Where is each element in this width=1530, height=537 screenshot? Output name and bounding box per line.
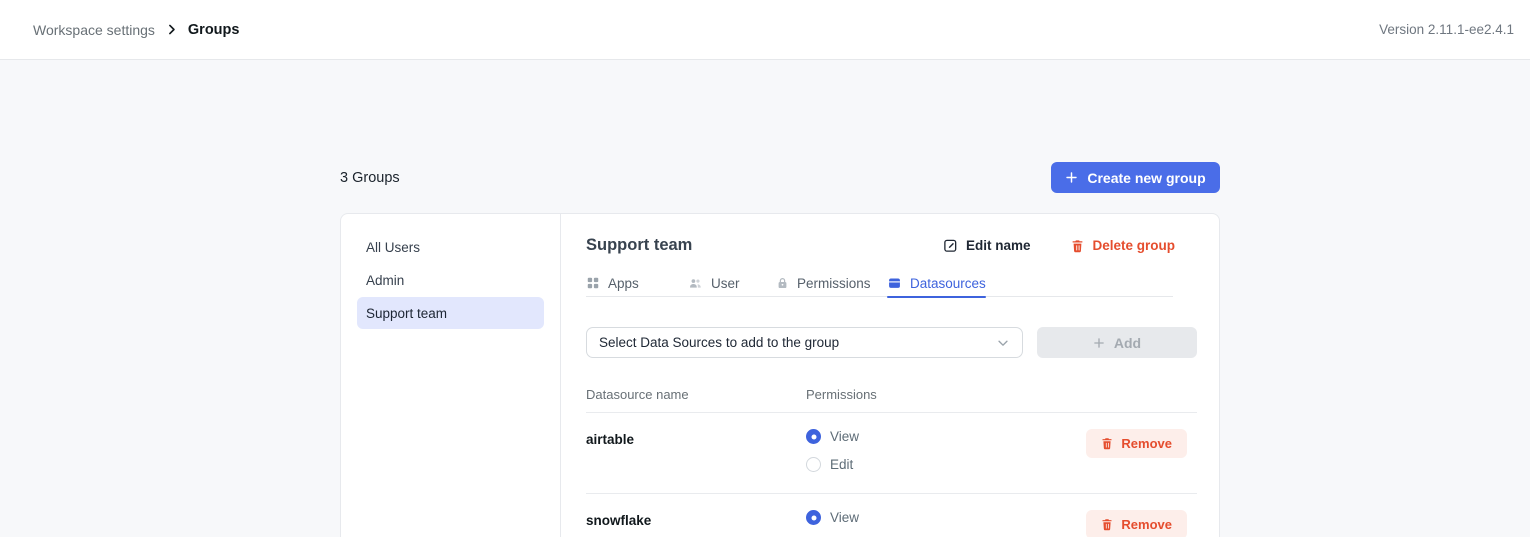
datasource-table-header: Datasource name Permissions — [586, 387, 1197, 413]
lock-icon — [776, 276, 789, 290]
remove-datasource-button[interactable]: Remove — [1086, 429, 1187, 458]
remove-button-label: Remove — [1121, 436, 1172, 451]
tab-permissions[interactable]: Permissions — [776, 269, 871, 297]
group-item-all-users[interactable]: All Users — [357, 231, 544, 263]
group-item-label: Support team — [366, 306, 447, 321]
chevron-right-icon — [165, 23, 178, 36]
tab-apps[interactable]: Apps — [586, 269, 639, 297]
group-list: All Users Admin Support team — [341, 214, 561, 537]
radio-view-checked[interactable] — [806, 429, 821, 444]
breadcrumb: Workspace settings Groups — [33, 22, 239, 38]
panel-header: Support team Edit name Delete group — [586, 236, 1197, 255]
column-permissions: Permissions — [806, 387, 877, 402]
breadcrumb-groups: Groups — [188, 22, 240, 38]
chevron-down-icon — [996, 336, 1010, 350]
apps-grid-icon — [586, 276, 600, 290]
remove-button-label: Remove — [1121, 517, 1172, 532]
edit-name-label: Edit name — [966, 238, 1031, 253]
plus-icon — [1065, 171, 1078, 184]
group-item-label: Admin — [366, 273, 404, 288]
add-datasource-button[interactable]: Add — [1037, 327, 1197, 358]
create-new-group-button[interactable]: Create new group — [1051, 162, 1220, 193]
radio-label: Edit — [830, 457, 853, 472]
add-datasource-row: Select Data Sources to add to the group … — [586, 327, 1197, 358]
permission-radio-group: View Edit — [806, 510, 859, 537]
edit-pencil-icon — [943, 238, 958, 253]
database-icon — [887, 276, 902, 290]
group-item-admin[interactable]: Admin — [357, 264, 544, 296]
tab-label: User — [711, 276, 740, 291]
group-tabs: Apps User Permissions — [586, 269, 1173, 297]
page-content: 3 Groups Create new group All Users Admi… — [0, 60, 1530, 537]
top-bar: Workspace settings Groups Version 2.11.1… — [0, 0, 1530, 60]
trash-icon — [1071, 239, 1084, 253]
datasource-row-snowflake: snowflake View Edit Remove — [586, 494, 1197, 537]
tab-label: Apps — [608, 276, 639, 291]
radio-label: View — [830, 429, 859, 444]
radio-label: View — [830, 510, 859, 525]
add-button-label: Add — [1114, 335, 1141, 351]
group-detail-panel: Support team Edit name Delete group — [561, 214, 1221, 537]
group-item-support-team[interactable]: Support team — [357, 297, 544, 329]
tab-label: Permissions — [797, 276, 871, 291]
column-datasource-name: Datasource name — [586, 387, 806, 402]
breadcrumb-workspace-settings[interactable]: Workspace settings — [33, 22, 155, 38]
trash-icon — [1101, 437, 1113, 450]
plus-icon — [1093, 337, 1105, 349]
groups-count-label: 3 Groups — [340, 170, 400, 186]
group-title: Support team — [586, 236, 692, 255]
datasource-row-airtable: airtable View Edit Remove — [586, 413, 1197, 494]
permission-view-option[interactable]: View — [806, 429, 859, 444]
radio-edit-unchecked[interactable] — [806, 457, 821, 472]
version-label: Version 2.11.1-ee2.4.1 — [1379, 22, 1514, 37]
datasource-select[interactable]: Select Data Sources to add to the group — [586, 327, 1023, 358]
create-new-group-label: Create new group — [1087, 170, 1205, 186]
trash-icon — [1101, 518, 1113, 531]
edit-name-button[interactable]: Edit name — [943, 238, 1031, 253]
permission-radio-group: View Edit — [806, 429, 859, 472]
tab-label: Datasources — [910, 276, 986, 291]
permission-edit-option[interactable]: Edit — [806, 457, 859, 472]
datasource-select-value: Select Data Sources to add to the group — [599, 335, 839, 350]
group-item-label: All Users — [366, 240, 420, 255]
tab-user[interactable]: User — [688, 269, 740, 297]
permission-view-option[interactable]: View — [806, 510, 859, 525]
groups-card: All Users Admin Support team Support tea… — [340, 213, 1220, 537]
datasource-name: airtable — [586, 429, 806, 447]
delete-group-button[interactable]: Delete group — [1071, 238, 1175, 253]
remove-datasource-button[interactable]: Remove — [1086, 510, 1187, 537]
users-icon — [688, 276, 703, 290]
datasource-name: snowflake — [586, 510, 806, 528]
tab-datasources[interactable]: Datasources — [887, 269, 986, 297]
delete-group-label: Delete group — [1092, 238, 1175, 253]
radio-view-checked[interactable] — [806, 510, 821, 525]
